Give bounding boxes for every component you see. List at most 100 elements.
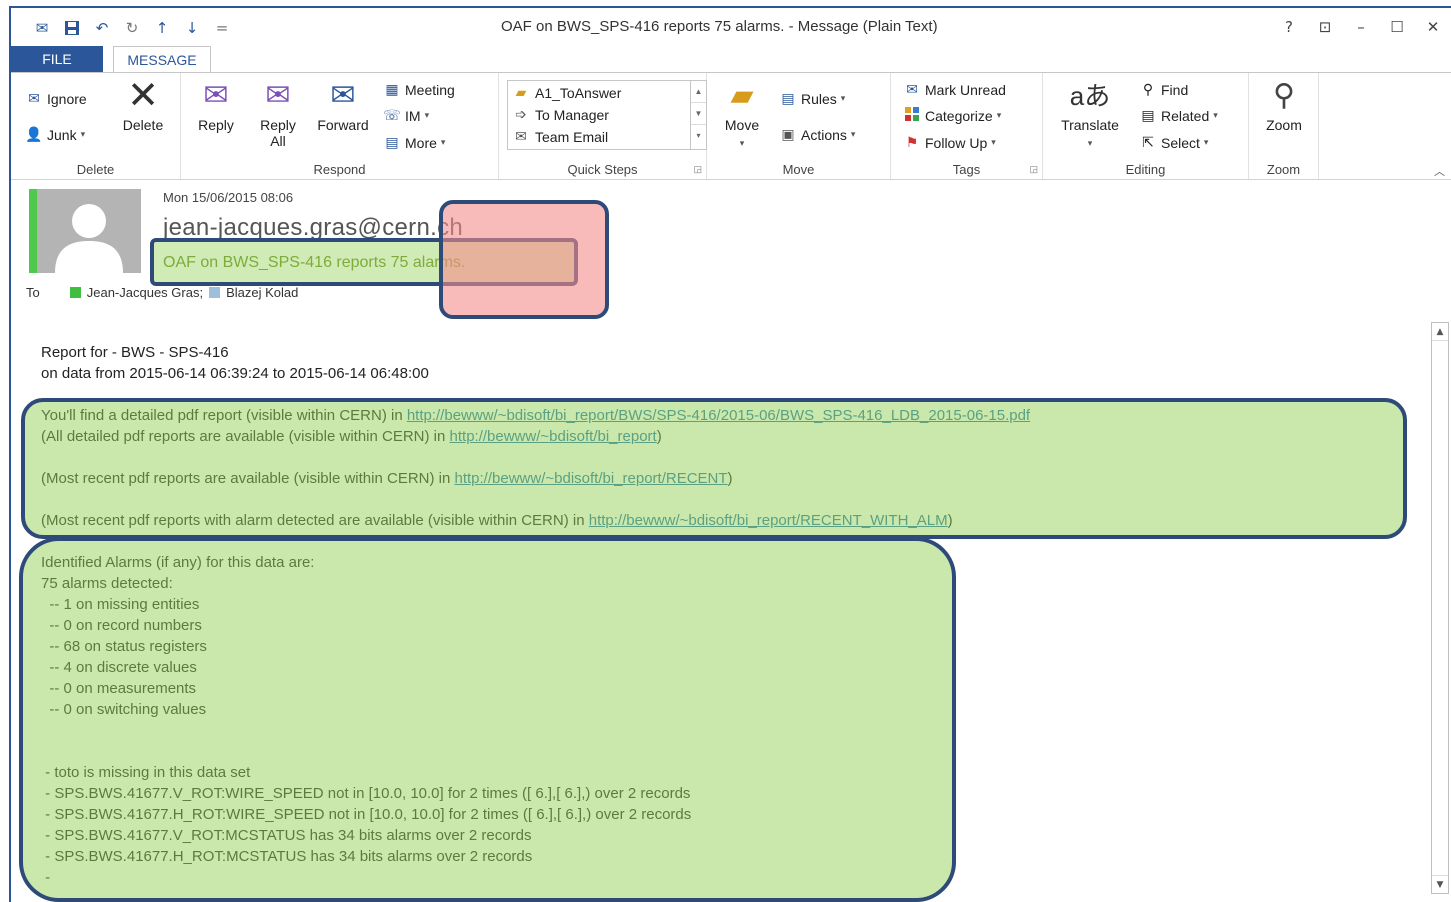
customize-qat-icon[interactable]: = [207,16,237,40]
chevron-down-icon: ▾ [1213,110,1218,120]
undo-icon[interactable]: ↶ [87,16,117,40]
quick-steps-group-label: Quick Steps [567,162,638,177]
editing-group: aあ Translate ▾ ⚲ Find ▤ Related ▾ ⇱ Sele… [1043,73,1249,179]
close-button[interactable]: ✕ [1415,14,1451,40]
expand-gallery-icon[interactable]: ▾ [691,125,706,147]
mark-unread-button[interactable]: ✉ Mark Unread [903,81,1006,98]
collapse-ribbon-icon[interactable]: ︿ [1434,163,1445,179]
ignore-button[interactable]: ✉ Ignore [25,90,87,107]
tags-group-label: Tags [952,162,981,177]
quick-steps-scroller: ▲ ▼ ▾ [690,81,706,149]
zoom-group-label: Zoom [1266,162,1301,177]
more-respond-button[interactable]: ▤ More ▾ [383,134,445,151]
translate-button[interactable]: aあ Translate ▾ [1053,79,1127,151]
follow-up-button[interactable]: ⚑ Follow Up ▾ [903,134,996,151]
translate-label: Translate [1061,117,1119,133]
reply-all-icon: ✉ [265,79,291,112]
scroll-up-icon[interactable]: ▲ [691,81,706,103]
rules-label: Rules [801,90,837,107]
actions-label: Actions [801,126,847,143]
delete-button[interactable]: ✕ Delete [115,77,171,133]
chevron-down-icon: ▾ [440,137,446,147]
to-label: To [26,285,40,300]
quick-steps-gallery: ▰ A1_ToAnswer ➩ To Manager ✉ Team Email … [507,80,707,150]
recipient-name[interactable]: Jean-Jacques Gras; [87,285,203,300]
junk-button[interactable]: 👤 Junk ▾ [25,126,85,143]
reply-button[interactable]: ✉ Reply [193,79,239,133]
editing-group-label: Editing [1125,162,1166,177]
report-title-line: Report for - BWS - SPS-416 [41,344,229,361]
alarms-highlight-box [19,537,956,902]
actions-button[interactable]: ▣ Actions ▾ [779,126,855,143]
links-highlight-box [21,398,1407,539]
previous-item-icon[interactable]: ↑ [147,16,177,40]
recipient-status-icon [69,287,81,298]
find-button[interactable]: ⚲ Find [1139,81,1188,98]
mail-icon[interactable]: ✉ [27,16,57,40]
select-label: Select [1161,134,1200,151]
categorize-button[interactable]: Categorize ▾ [903,107,1001,124]
im-icon: ☏ [383,107,401,123]
move-folder-icon: ▰ [730,79,754,112]
quick-step-item[interactable]: ➩ To Manager [512,106,609,123]
tab-file[interactable]: FILE [11,46,103,72]
quick-step-item[interactable]: ✉ Team Email [512,128,608,145]
folder-arrow-icon: ▰ [515,84,527,100]
scroll-down-icon[interactable]: ▼ [691,103,706,125]
reply-icon: ✉ [203,79,229,112]
forward-button[interactable]: ✉ Forward [311,79,375,133]
mark-unread-icon: ✉ [906,81,918,97]
mark-unread-label: Mark Unread [925,81,1006,98]
save-icon[interactable] [57,16,87,40]
actions-icon: ▣ [781,126,795,142]
binoculars-icon: ⚲ [1142,81,1154,97]
more-icon: ▤ [385,134,399,150]
respond-group-label: Respond [313,162,366,177]
forward-icon: ✉ [330,79,356,112]
scroll-up-icon[interactable]: ▲ [1432,323,1448,341]
meeting-button[interactable]: ▦ Meeting [383,81,455,98]
junk-icon: 👤 [25,126,43,142]
select-button[interactable]: ⇱ Select ▾ [1139,134,1208,151]
quick-step-item[interactable]: ▰ A1_ToAnswer [512,84,622,101]
mail-icon: ✉ [515,128,527,144]
delete-group-label: Delete [76,162,115,177]
respond-group: ✉ Reply ✉ Reply All ✉ Forward ▦ Meeting … [181,73,499,179]
scroll-down-icon[interactable]: ▼ [1432,875,1448,893]
sent-date: Mon 15/06/2015 08:06 [163,190,294,205]
related-icon: ▤ [1141,107,1155,123]
help-button[interactable]: ? [1271,14,1307,40]
reply-all-label: Reply [260,117,296,133]
maximize-button[interactable]: ☐ [1379,14,1415,40]
avatar[interactable] [37,189,141,273]
dialog-launcher-icon[interactable]: ◲ [1029,164,1038,175]
meeting-label: Meeting [405,81,455,98]
next-item-icon[interactable]: ↓ [177,16,207,40]
body-scrollbar[interactable]: ▲ ▼ [1431,322,1449,894]
window-title: OAF on BWS_SPS-416 reports 75 alarms. - … [501,18,938,35]
related-button[interactable]: ▤ Related ▾ [1139,107,1218,124]
zoom-label: Zoom [1266,117,1302,133]
window-controls: ? ⊡ – ☐ ✕ [1271,14,1451,40]
dialog-launcher-icon[interactable]: ◲ [693,164,702,175]
zoom-button[interactable]: ⚲ Zoom [1257,79,1311,133]
ribbon-display-options-button[interactable]: ⊡ [1307,14,1343,40]
reply-all-button[interactable]: ✉ Reply All [253,79,303,149]
magnifier-icon: ⚲ [1273,79,1295,112]
delete-group: ✉ Ignore 👤 Junk ▾ ✕ Delete Delete [11,73,181,179]
minimize-button[interactable]: – [1343,14,1379,40]
im-button[interactable]: ☏ IM ▾ [383,107,429,124]
tab-message[interactable]: MESSAGE [113,46,211,73]
cursor-icon: ⇱ [1142,134,1154,150]
follow-up-label: Follow Up [925,134,988,151]
redo-icon[interactable]: ↻ [117,16,147,40]
recipient-status-icon [209,287,221,298]
move-button[interactable]: ▰ Move ▾ [717,79,767,151]
quick-step-label: A1_ToAnswer [535,84,622,101]
categorize-icon [903,107,921,124]
recipient-name[interactable]: Blazej Kolad [226,285,298,300]
recipients-row: To Jean-Jacques Gras; Blazej Kolad [26,285,298,300]
ribbon: ✉ Ignore 👤 Junk ▾ ✕ Delete Delete ✉ Repl… [11,72,1451,180]
chevron-down-icon: ▾ [1087,138,1093,148]
rules-button[interactable]: ▤ Rules ▾ [779,90,845,107]
